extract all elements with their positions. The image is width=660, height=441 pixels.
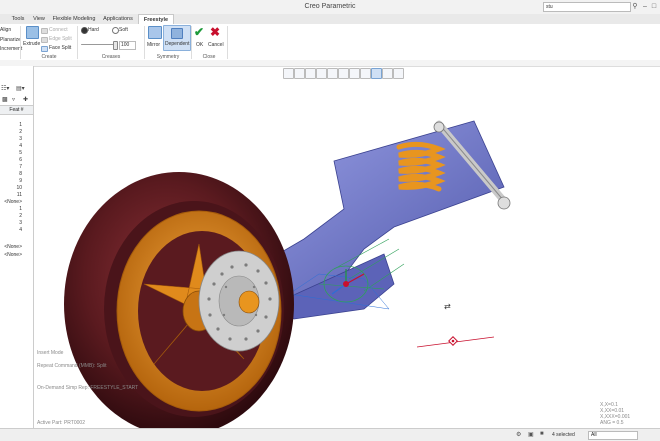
status-icon-3[interactable]: ■	[540, 431, 544, 437]
tree-row[interactable]: 3	[0, 220, 22, 227]
restore-icon[interactable]: □	[650, 2, 658, 11]
coord-readout-4: ANG = 0.5	[600, 420, 624, 426]
soft-radio[interactable]	[112, 27, 119, 34]
selection-filter[interactable]: All	[588, 431, 638, 440]
tree-row[interactable]: <None>	[0, 244, 22, 251]
zoom-in-icon[interactable]	[294, 68, 305, 79]
saved-views-icon[interactable]	[338, 68, 349, 79]
face-split-button[interactable]: Face Split	[49, 45, 71, 51]
tree-row[interactable]: 5	[0, 150, 22, 157]
face-split-icon	[41, 46, 48, 52]
tree-row[interactable]: 11	[0, 192, 22, 199]
message-simp-rep: On-Demand Simp Rep: FREESTYLE_START	[37, 385, 139, 391]
connect-button[interactable]: Connect	[49, 27, 68, 33]
edge-split-button[interactable]: Edge Split	[49, 36, 72, 42]
tree-row[interactable]: 4	[0, 143, 22, 150]
tab-applications[interactable]: Applications	[100, 14, 136, 24]
message-insert-mode: Insert Mode	[37, 350, 64, 356]
tree-row[interactable]: 8	[0, 171, 22, 178]
extrude-icon[interactable]	[26, 26, 39, 39]
extrude-button[interactable]: Extrude	[23, 41, 40, 47]
tree-row[interactable]: <None>	[0, 252, 22, 259]
align-item[interactable]: Align	[0, 27, 11, 33]
tree-row[interactable]: 2	[0, 213, 22, 220]
title-bar: Creo Parametric stu ⚲ – □	[0, 0, 660, 15]
increment-item[interactable]: Increment	[0, 46, 22, 52]
refit-icon[interactable]	[283, 68, 294, 79]
add-icon[interactable]: ✚	[23, 96, 28, 103]
graphics-area[interactable]: ⇄ Insert Mode Repeat Command (MMB): Spli…	[34, 79, 660, 436]
mirror-icon[interactable]	[148, 26, 162, 39]
cancel-button[interactable]: Cancel	[208, 42, 224, 48]
display-style-icon[interactable]	[327, 68, 338, 79]
ribbon: Align Planarize Increment Extrude Connec…	[0, 24, 660, 61]
planarize-item[interactable]: Planarize	[0, 37, 21, 43]
tree-row[interactable]: 3	[0, 136, 22, 143]
minimize-icon[interactable]: –	[641, 2, 649, 11]
tree-row[interactable]: 7	[0, 164, 22, 171]
perspective-icon[interactable]	[360, 68, 371, 79]
annotation-display-icon[interactable]	[382, 68, 393, 79]
tree-row[interactable]: 10	[0, 185, 22, 192]
tree-row[interactable]: 9	[0, 178, 22, 185]
feat-column-header[interactable]: Feat #	[0, 105, 33, 115]
search-input[interactable]: stu	[543, 2, 631, 12]
ribbon-tabs: Tools View Flexible Modeling Application…	[0, 14, 660, 25]
crease-slider-thumb[interactable]	[113, 41, 118, 50]
dependent-icon	[171, 28, 183, 39]
cursor-icon: ⇄	[444, 302, 451, 311]
cancel-icon[interactable]: ✖	[210, 25, 220, 39]
columns-icon[interactable]: ▩	[2, 96, 8, 103]
ribbon-footer	[0, 60, 660, 67]
dependent-label: Dependent	[165, 41, 190, 47]
hard-radio[interactable]	[81, 27, 88, 34]
tab-flexible-modeling[interactable]: Flexible Modeling	[50, 14, 98, 24]
filter-icon[interactable]: ▿	[12, 96, 15, 103]
show-icon[interactable]: ▤▾	[16, 85, 25, 92]
axle-hub[interactable]	[238, 290, 260, 314]
tab-view[interactable]: View	[30, 14, 48, 24]
tree-row[interactable]: 1	[0, 122, 22, 129]
datum-display-icon[interactable]	[371, 68, 382, 79]
search-icon[interactable]: ⚲	[631, 2, 639, 11]
soft-label: Soft	[119, 27, 128, 33]
message-active-part: Active Part: PRT0002	[37, 420, 85, 426]
tree-row[interactable]: 1	[0, 206, 22, 213]
status-bar: ⚙ ▣ ■ 4 selected All	[0, 428, 660, 441]
ok-icon[interactable]: ✔	[194, 25, 204, 39]
tree-row[interactable]: 4	[0, 227, 22, 234]
view-manager-icon[interactable]	[349, 68, 360, 79]
point-marker[interactable]	[416, 336, 495, 348]
model-tree-icon[interactable]: ☷▾	[1, 85, 9, 92]
tree-row[interactable]: 6	[0, 157, 22, 164]
hard-label: Hard	[88, 27, 99, 33]
tree-row[interactable]: 2	[0, 129, 22, 136]
edge-split-icon	[41, 37, 48, 43]
status-icon-1[interactable]: ⚙	[516, 431, 521, 438]
tab-tools[interactable]: Tools	[8, 14, 28, 24]
spin-center-icon[interactable]	[393, 68, 404, 79]
repaint-icon[interactable]	[316, 68, 327, 79]
selection-count: 4 selected	[552, 432, 575, 438]
message-repeat-command: Repeat Command (MMB): Split	[37, 363, 107, 369]
zoom-out-icon[interactable]	[305, 68, 316, 79]
model-view[interactable]: ⇄	[34, 79, 660, 436]
crease-value-field[interactable]: 100	[119, 41, 136, 50]
ok-button[interactable]: OK	[196, 42, 203, 48]
crease-slider[interactable]	[81, 44, 117, 45]
model-tree-panel: ☷▾ ▤▾ ▩ ▿ ✚ Feat # 1 2 3 4 5 6 7 8 9 10 …	[0, 66, 34, 428]
tree-row[interactable]: <None>	[0, 199, 22, 206]
connect-icon	[41, 28, 48, 34]
status-icon-2[interactable]: ▣	[528, 431, 534, 438]
mirror-button[interactable]: Mirror	[147, 42, 160, 48]
